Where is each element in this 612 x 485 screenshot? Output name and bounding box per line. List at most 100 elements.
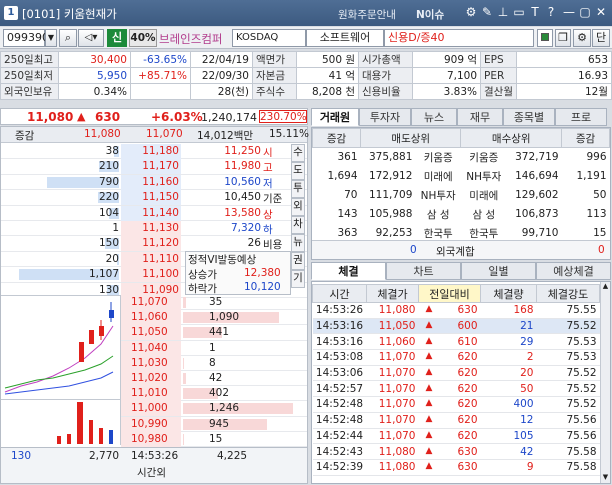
broker-cell[interactable]: 키움증 [415, 148, 461, 167]
help-icon[interactable]: ? [544, 5, 558, 20]
tablet-icon[interactable]: ▭ [512, 5, 526, 20]
up-arrow-icon: ▲ [425, 429, 433, 440]
lower-price[interactable]: 11,010 [131, 387, 168, 399]
bid-price[interactable]: 11,100 [142, 268, 179, 280]
tick-strength: 75.53 [536, 333, 600, 351]
broker-cell[interactable]: NH투자 [415, 186, 461, 205]
ask-price[interactable]: 11,180 [142, 145, 179, 157]
bid-price[interactable]: 11,110 [142, 253, 179, 265]
side-tab[interactable]: 차 [291, 216, 305, 234]
broker-tab[interactable]: 거래원 [311, 108, 359, 126]
text-icon[interactable]: T [528, 5, 542, 20]
ask-price[interactable]: 11,150 [142, 191, 179, 203]
lower-price[interactable]: 11,030 [131, 357, 168, 369]
ask-price[interactable]: 11,170 [142, 160, 179, 172]
info-value: 0.34% [58, 83, 131, 100]
lower-bid-row[interactable]: 11,050 441 [121, 325, 307, 341]
scroll-up-icon[interactable]: ▲ [601, 282, 610, 292]
tick-tab[interactable]: 체결 [311, 262, 386, 280]
scroll-down-icon[interactable]: ▼ [601, 473, 610, 483]
code-dropdown-icon[interactable]: ▼ [45, 29, 57, 47]
lower-bid-row[interactable]: 11,060 1,090 [121, 310, 307, 326]
lock-icon[interactable]: ⊥ [496, 5, 510, 20]
lower-bid-row[interactable]: 10,990 945 [121, 416, 307, 432]
broker-cell[interactable]: 미래에 [461, 186, 507, 205]
side-tab[interactable]: 권 [291, 252, 305, 270]
lower-price[interactable]: 11,020 [131, 372, 168, 384]
lower-price[interactable]: 11,050 [131, 326, 168, 338]
broker-panel: 증감 매도상위 매수상위 증감 361 375,881 키움증 키움증 372,719 9… [311, 127, 611, 260]
stock-code-input[interactable]: 099390 [3, 29, 49, 47]
lower-bid-rows: 11,070 35 11,060 1,090 11,050 441 11,040 1 11,03… [121, 295, 307, 447]
lower-price[interactable]: 11,040 [131, 342, 168, 354]
tick-scrollbar[interactable]: ▲ ▼ [600, 282, 610, 483]
order-guide-link[interactable]: 원화주문안내 [338, 7, 396, 22]
copy-icon[interactable]: ❐ [555, 29, 571, 47]
gear-icon[interactable]: ⚙ [464, 5, 478, 20]
lower-bid-row[interactable]: 11,000 1,246 [121, 401, 307, 417]
broker-cell[interactable]: 미래에 [415, 167, 461, 186]
lower-price[interactable]: 10,980 [131, 433, 168, 445]
settings-icon[interactable]: ⚙ [573, 29, 591, 47]
lower-bid-row[interactable]: 11,030 8 [121, 355, 307, 371]
broker-header-row: 증감 매도상위 매수상위 증감 [312, 128, 610, 148]
up-arrow-icon: ▲ [425, 320, 433, 331]
tick-time: 14:53:08 [312, 349, 367, 366]
broker-tab[interactable]: 투자자 [359, 108, 411, 126]
after-hours-label[interactable]: 시간외 [137, 465, 166, 480]
broker-tab[interactable]: 프로 [555, 108, 607, 126]
close-icon[interactable]: ✕ [594, 5, 608, 20]
broker-tab[interactable]: 뉴스 [411, 108, 457, 126]
lower-bid-row[interactable]: 11,010 402 [121, 386, 307, 402]
tick-price: 11,050 [366, 318, 419, 335]
tick-tab[interactable]: 차트 [386, 262, 461, 280]
broker-tab[interactable]: 종목별 [503, 108, 555, 126]
tick-change-cell: ▲ 630 [418, 443, 481, 460]
single-view-button[interactable]: 단 [592, 29, 610, 47]
lower-bid-row[interactable]: 11,020 42 [121, 370, 307, 387]
lower-price[interactable]: 11,070 [131, 296, 168, 308]
tick-tab[interactable]: 일별 [461, 262, 536, 280]
lower-bid-row[interactable]: 11,040 1 [121, 340, 307, 356]
side-tab[interactable]: 투 [291, 180, 305, 198]
broker-cell[interactable]: NH투자 [461, 167, 507, 186]
up-arrow-icon: ▲ [425, 461, 433, 472]
search-icon[interactable]: ⌕ [59, 29, 77, 47]
side-tab[interactable]: 도 [291, 162, 305, 180]
n-issue-link[interactable]: N이슈 [416, 7, 444, 22]
broker-cell[interactable]: 삼 성 [415, 205, 461, 224]
tick-row: 14:52:44 11,070 ▲ 620 105 75.56 [312, 428, 600, 445]
bid-price[interactable]: 11,120 [142, 237, 179, 249]
side-tab[interactable]: 기 [291, 270, 305, 288]
ask-price[interactable]: 11,160 [142, 176, 179, 188]
ask-price[interactable]: 11,140 [142, 207, 179, 219]
lower-bid-row[interactable]: 11,070 35 [121, 295, 307, 311]
tick-change-cell: ▲ 600 [418, 318, 481, 335]
info-label: 자본금 [252, 67, 297, 84]
lower-price[interactable]: 11,000 [131, 402, 168, 414]
lower-bid-row[interactable]: 10,980 15 [121, 431, 307, 447]
speaker-icon[interactable]: ◁▾ [78, 29, 104, 47]
tick-change: 600 [457, 320, 478, 333]
side-tab[interactable]: 뉴 [291, 234, 305, 252]
order-book-header: 증감 11,080 11,070 14,012백만 15.11% [1, 127, 309, 143]
tick-change-cell: ▲ 630 [418, 459, 481, 476]
lower-price[interactable]: 11,060 [131, 311, 168, 323]
tick-tab[interactable]: 예상체결 [536, 262, 611, 280]
minimize-icon[interactable]: — [562, 5, 576, 20]
broker-tab[interactable]: 재무 [457, 108, 503, 126]
side-tab[interactable]: 외 [291, 198, 305, 216]
window-link-icon[interactable] [537, 29, 553, 47]
broker-cell[interactable]: 삼 성 [461, 205, 507, 224]
broker-cell[interactable]: 키움증 [461, 148, 507, 167]
lower-price[interactable]: 10,990 [131, 418, 168, 430]
restore-icon[interactable]: ▢ [578, 5, 592, 20]
bid-price[interactable]: 11,130 [142, 222, 179, 234]
bid-price[interactable]: 11,090 [142, 284, 179, 296]
sector-field: 소프트웨어 [306, 29, 384, 47]
tick-head: 시간 [312, 284, 367, 303]
ob-head-change: 증감 [15, 130, 35, 142]
pin-icon[interactable]: ✎ [480, 5, 494, 20]
footer-time: 14:53:26 [131, 450, 179, 462]
side-tab[interactable]: 수 [291, 144, 305, 162]
